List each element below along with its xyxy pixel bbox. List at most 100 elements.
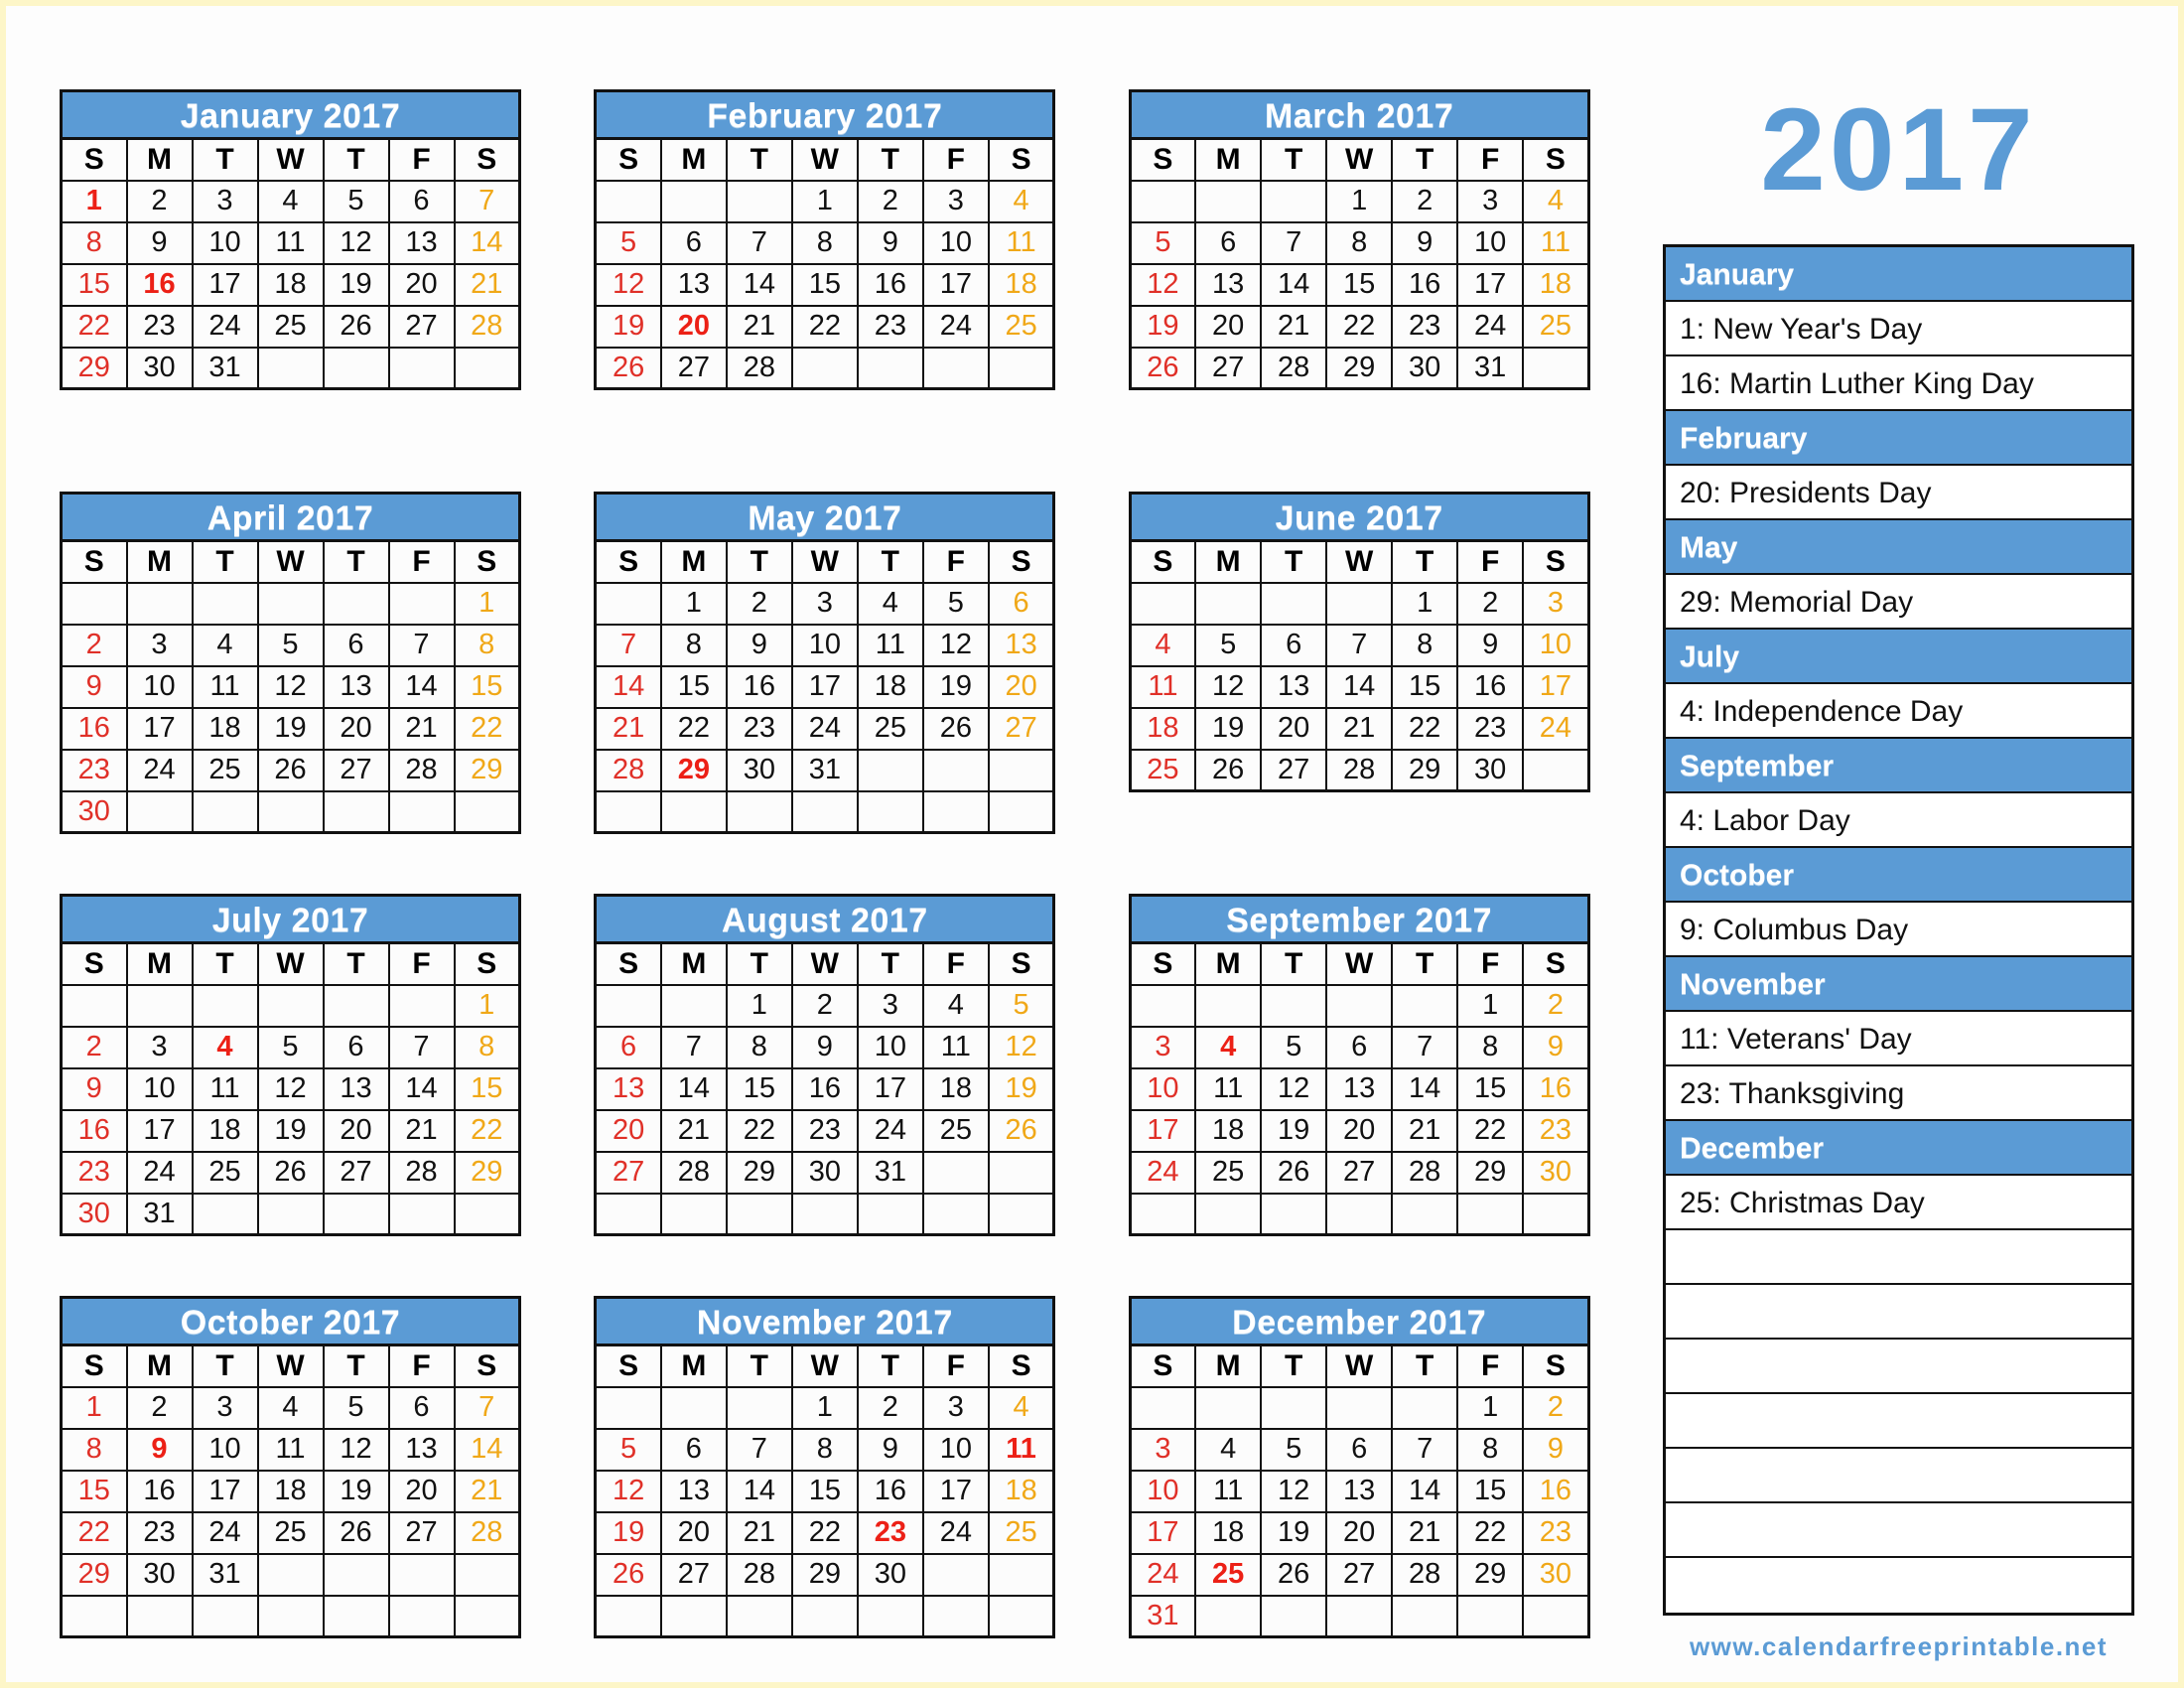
day-cell[interactable]: 6 [659, 220, 728, 265]
day-cell[interactable]: 15 [790, 262, 859, 307]
day-cell[interactable]: 25 [1522, 304, 1590, 349]
day-cell[interactable]: 16 [60, 1108, 128, 1153]
day-cell[interactable]: 12 [1260, 1469, 1328, 1513]
day-cell[interactable]: 12 [1260, 1066, 1328, 1111]
day-cell[interactable]: 2 [125, 179, 194, 223]
day-cell[interactable]: 7 [594, 623, 662, 667]
day-cell[interactable]: 17 [191, 262, 259, 307]
day-cell[interactable]: 11 [191, 664, 259, 709]
day-cell[interactable]: 29 [725, 1150, 793, 1195]
holiday-entry-row[interactable]: 11: Veterans' Day [1666, 1012, 2131, 1066]
day-cell[interactable]: 15 [1391, 664, 1459, 709]
day-cell[interactable]: 21 [725, 1510, 793, 1555]
day-cell[interactable]: 5 [1129, 220, 1197, 265]
day-cell[interactable]: 29 [1391, 748, 1459, 792]
holiday-month-band[interactable]: January [1666, 247, 2131, 302]
day-cell[interactable]: 2 [1522, 1385, 1590, 1430]
day-cell[interactable]: 3 [1456, 179, 1525, 223]
day-cell[interactable]: 9 [1522, 1025, 1590, 1069]
day-cell[interactable]: 14 [725, 262, 793, 307]
day-cell[interactable]: 23 [856, 304, 924, 349]
day-cell[interactable]: 24 [790, 706, 859, 751]
day-cell[interactable]: 22 [659, 706, 728, 751]
day-cell[interactable]: 5 [1260, 1025, 1328, 1069]
day-cell[interactable]: 4 [1194, 1427, 1263, 1472]
day-cell[interactable]: 16 [1522, 1066, 1590, 1111]
day-cell[interactable]: 7 [387, 1025, 456, 1069]
day-cell[interactable]: 28 [453, 304, 521, 349]
day-cell[interactable]: 17 [856, 1066, 924, 1111]
day-cell[interactable]: 25 [921, 1108, 990, 1153]
day-cell[interactable]: 8 [790, 220, 859, 265]
day-cell[interactable]: 15 [60, 1469, 128, 1513]
day-cell[interactable]: 24 [921, 1510, 990, 1555]
day-cell[interactable]: 21 [659, 1108, 728, 1153]
day-cell[interactable]: 12 [256, 1066, 325, 1111]
day-cell[interactable]: 20 [387, 1469, 456, 1513]
day-cell[interactable]: 7 [1391, 1427, 1459, 1472]
day-cell[interactable]: 4 [256, 1385, 325, 1430]
day-cell[interactable]: 26 [1260, 1150, 1328, 1195]
day-cell[interactable]: 18 [1129, 706, 1197, 751]
day-cell[interactable]: 29 [1325, 346, 1394, 390]
day-cell[interactable]: 8 [1391, 623, 1459, 667]
day-cell[interactable]: 24 [125, 1150, 194, 1195]
day-cell[interactable]: 2 [1456, 581, 1525, 626]
day-cell[interactable]: 28 [725, 346, 793, 390]
day-cell[interactable]: 5 [256, 1025, 325, 1069]
day-cell[interactable]: 1 [725, 983, 793, 1028]
day-cell[interactable]: 22 [453, 706, 521, 751]
day-cell[interactable]: 3 [921, 179, 990, 223]
day-cell[interactable]: 23 [60, 1150, 128, 1195]
day-cell[interactable]: 13 [387, 220, 456, 265]
day-cell[interactable]: 27 [594, 1150, 662, 1195]
day-cell[interactable]: 21 [725, 304, 793, 349]
day-cell[interactable]: 12 [594, 262, 662, 307]
day-cell[interactable]: 20 [1194, 304, 1263, 349]
day-cell[interactable]: 30 [1522, 1552, 1590, 1597]
day-cell[interactable]: 10 [1129, 1469, 1197, 1513]
day-cell[interactable]: 26 [322, 304, 390, 349]
day-cell[interactable]: 28 [387, 748, 456, 792]
day-cell[interactable]: 21 [387, 1108, 456, 1153]
day-cell[interactable]: 17 [191, 1469, 259, 1513]
day-cell[interactable]: 17 [921, 262, 990, 307]
day-cell[interactable]: 4 [1522, 179, 1590, 223]
day-cell[interactable]: 11 [856, 623, 924, 667]
day-cell[interactable]: 16 [790, 1066, 859, 1111]
day-cell[interactable]: 4 [1194, 1025, 1263, 1069]
day-cell[interactable]: 2 [125, 1385, 194, 1430]
day-cell[interactable]: 14 [453, 220, 521, 265]
day-cell[interactable]: 22 [790, 304, 859, 349]
day-cell[interactable]: 4 [987, 1385, 1055, 1430]
day-cell[interactable]: 5 [322, 179, 390, 223]
day-cell[interactable]: 24 [1456, 304, 1525, 349]
day-cell[interactable]: 20 [322, 1108, 390, 1153]
day-cell[interactable]: 6 [387, 179, 456, 223]
day-cell[interactable]: 15 [453, 1066, 521, 1111]
day-cell[interactable]: 8 [1325, 220, 1394, 265]
day-cell[interactable]: 30 [60, 1192, 128, 1236]
day-cell[interactable]: 7 [1325, 623, 1394, 667]
day-cell[interactable]: 20 [659, 304, 728, 349]
day-cell[interactable]: 17 [921, 1469, 990, 1513]
day-cell[interactable]: 23 [60, 748, 128, 792]
day-cell[interactable]: 3 [191, 179, 259, 223]
day-cell[interactable]: 21 [387, 706, 456, 751]
day-cell[interactable]: 21 [1325, 706, 1394, 751]
day-cell[interactable]: 15 [725, 1066, 793, 1111]
day-cell[interactable]: 7 [387, 623, 456, 667]
day-cell[interactable]: 14 [659, 1066, 728, 1111]
day-cell[interactable]: 26 [322, 1510, 390, 1555]
day-cell[interactable]: 16 [856, 262, 924, 307]
day-cell[interactable]: 3 [125, 1025, 194, 1069]
day-cell[interactable]: 10 [1522, 623, 1590, 667]
day-cell[interactable]: 21 [453, 1469, 521, 1513]
day-cell[interactable]: 17 [125, 706, 194, 751]
day-cell[interactable]: 6 [322, 1025, 390, 1069]
day-cell[interactable]: 25 [987, 304, 1055, 349]
day-cell[interactable]: 6 [322, 623, 390, 667]
day-cell[interactable]: 10 [191, 220, 259, 265]
day-cell[interactable]: 2 [60, 1025, 128, 1069]
day-cell[interactable]: 22 [60, 1510, 128, 1555]
